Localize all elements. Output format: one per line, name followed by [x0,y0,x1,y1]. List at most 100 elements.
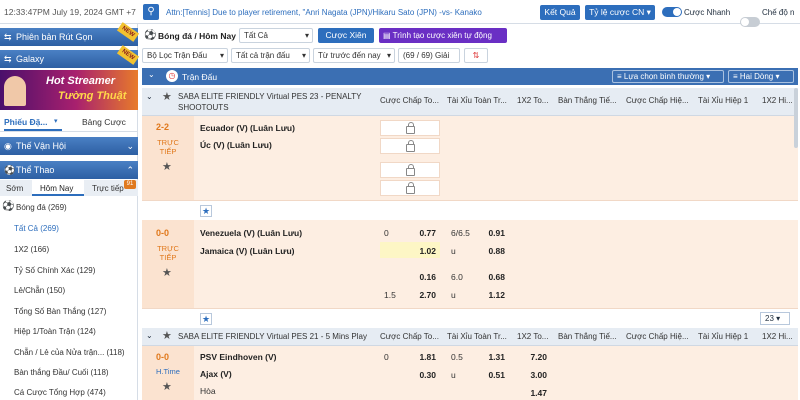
announcement-ticker[interactable]: Attn:[Tennis] Due to player retirement, … [166,8,536,17]
parlay-button[interactable]: Cược Xiên [318,28,374,43]
odds-cell[interactable]: 0 1.81 [380,348,440,364]
match-row: 0-0 TRỰC TIẾP ★ Venezuela (V) (Luân Lưu)… [142,220,798,328]
sidebar-item-all[interactable]: Tất Cả (269) [14,224,59,233]
page-title: Bóng đá / Hôm Nay [158,31,236,41]
scrollbar-thumb[interactable] [794,88,798,148]
odds-value: 1.81 [419,352,436,362]
galaxy-label: Galaxy [16,54,45,64]
tab-bet-list[interactable]: Bảng Cược [82,117,126,127]
document-icon: ▤ [383,31,391,40]
odds-value: 2.70 [419,290,436,300]
odds-cell[interactable]: 1.47 [515,384,553,400]
line-mode-select[interactable]: ≡ Hai Dòng ▾ [728,70,794,83]
odds-cell[interactable]: 0.16 [380,268,440,284]
line-mode-label: Hai Dòng [739,72,774,81]
col-header-1x2: 1X2 To... [517,96,549,105]
section-header: ⌄ ◷ Trận Đấu ≡ Lựa chọn bình thường ▾ ≡ … [142,68,798,85]
odds-cell[interactable]: 0.5 1.31 [447,348,509,364]
star-icon[interactable]: ★ [162,90,172,103]
favorite-icon[interactable]: ★ [200,205,212,217]
view-mode-select[interactable]: ≡ Lựa chọn bình thường ▾ [612,70,724,83]
collapse-icon[interactable]: ⌄ [146,92,153,101]
clock: 12:33:47PM July 19, 2024 GMT +7 [4,7,136,17]
odds-cell[interactable]: 6/6.5 0.91 [447,224,509,240]
odds-value: 0.30 [419,370,436,380]
bet-type-label: Tất Cả [244,31,269,40]
league-name[interactable]: SABA ELITE FRIENDLY Virtual PES 21 - 5 M… [178,332,378,341]
sidebar-olympics[interactable]: ◉ Thế Vận Hội ⌄ [0,137,138,155]
col-header-handicap-half: Cược Chấp Hiệ... [626,332,689,341]
sidebar-item-half-odd-even[interactable]: Chẵn / Lẻ của Nửa trận... (118) [14,348,125,357]
odds-cell[interactable]: 0 0.77 [380,224,440,240]
sidebar-item-correct-score[interactable]: Tỷ Số Chính Xác (129) [14,266,95,275]
favorite-icon[interactable]: ★ [200,313,212,325]
match-score: 0-0 [156,352,170,362]
odds-value: 0.77 [419,228,436,238]
results-button[interactable]: Kết Quả [540,5,580,20]
tab-today[interactable]: Hôm Nay [40,184,73,193]
odds-cell[interactable]: 3.00 [515,366,553,382]
odds-cell[interactable]: 1.5 2.70 [380,286,440,302]
football-item[interactable]: Bóng đá (269) [16,203,67,212]
league-filter-select[interactable]: Bộ Lọc Trận Đấu ▾ [142,48,228,63]
lock-icon [406,164,415,176]
collapse-icon[interactable]: ⌄ [146,331,153,340]
sidebar-item-mix-parlay[interactable]: Cá Cược Tổng Hợp (474) [14,388,106,397]
away-team: Ajax (V) [200,369,232,379]
more-markets-select[interactable]: 23 ▾ [760,312,790,325]
col-header-ou-half: Tài Xỉu Hiệp 1 [698,96,749,105]
star-icon[interactable]: ★ [162,380,172,393]
chevron-down-icon: ⌄ [126,141,134,151]
league-name[interactable]: SABA ELITE FRIENDLY Virtual PES 23 - PEN… [178,91,378,113]
odds-value: 0.16 [419,272,436,282]
tab-betslip[interactable]: Phiếu Đặ... [4,117,47,127]
collapse-icon[interactable]: ⌄ [148,70,155,79]
chevron-down-icon[interactable]: ▾ [54,117,58,125]
odds-format-select[interactable]: Tỷ lệ cược CN ▾ [585,5,655,20]
odds-cell[interactable]: 1.02 [380,242,440,258]
tab-early[interactable]: Sớm [6,184,23,193]
odds-cell[interactable]: u 0.88 [447,242,509,258]
lobby-label: Phiên bản Rút Gọn [16,32,93,42]
search-icon[interactable]: ⚲ [143,4,159,20]
tab-underline [4,129,62,131]
col-header-over-under: Tài Xỉu Toàn Tr... [447,332,507,341]
match-status: H.Time [156,367,180,376]
odds-cell[interactable]: 0.30 [380,366,440,382]
odds-cell[interactable]: 7.20 [515,348,553,364]
sidebar-item-first-last-goal[interactable]: Bàn thắng Đầu/ Cuối (118) [14,368,109,377]
football-count: (269) [48,203,67,212]
match-row: 0-0 H.Time ★ PSV Eindhoven (V) Ajax (V) … [142,346,798,400]
league-count: (69 / 69) Giải [398,48,460,63]
time-sort-select[interactable]: Từ trước đến nay ▾ [313,48,395,63]
match-filter-select[interactable]: Tất cả trận đấu ▾ [231,48,310,63]
chevron-down-icon: ▾ [775,72,780,81]
lock-icon [406,122,415,134]
chevron-down-icon: ▾ [304,31,309,40]
quick-bet-toggle[interactable] [662,7,682,17]
streamer-banner[interactable]: Hot Streamer Tường Thuật [0,70,138,110]
sidebar-item-ht-ft[interactable]: Hiệp 1/Toàn Trận (124) [14,327,96,336]
star-icon[interactable]: ★ [162,266,172,279]
top-bar: 12:33:47PM July 19, 2024 GMT +7 ⚲ Attn:[… [0,0,800,27]
bet-type-select[interactable]: Tất Cả ▾ [239,28,313,43]
sort-icon[interactable]: ⇅ [464,48,488,63]
star-icon[interactable]: ★ [162,160,172,173]
away-team: Jamaica (V) (Luân Lưu) [200,246,295,256]
total-line: 6.0 [451,272,463,282]
auto-parlay-button[interactable]: ▤ Trình tạo cược xiên tự động [379,28,507,43]
odds-cell[interactable]: u 1.12 [447,286,509,302]
sidebar-item-1x2[interactable]: 1X2 (166) [14,245,49,254]
odds-value: 0.88 [488,246,505,256]
odds-cell[interactable]: 6.0 0.68 [447,268,509,284]
list-icon: ≡ [617,72,622,81]
odds-cell[interactable]: u 0.51 [447,366,509,382]
main-content: ⚽ Bóng đá / Hôm Nay Tất Cả ▾ Cược Xiên ▤ … [138,24,800,400]
star-icon[interactable]: ★ [162,329,172,342]
sidebar-item-total-goals[interactable]: Tổng Số Bàn Thắng (127) [14,307,106,316]
tab-live[interactable]: Trực tiếp [92,184,124,193]
football-icon: ⚽ [2,201,15,212]
sidebar-item-odd-even[interactable]: Lẻ/Chẵn (150) [14,286,65,295]
odds-value: 0.51 [488,370,505,380]
sidebar-sports[interactable]: ⚽ Thể Thao ⌃ [0,161,138,179]
